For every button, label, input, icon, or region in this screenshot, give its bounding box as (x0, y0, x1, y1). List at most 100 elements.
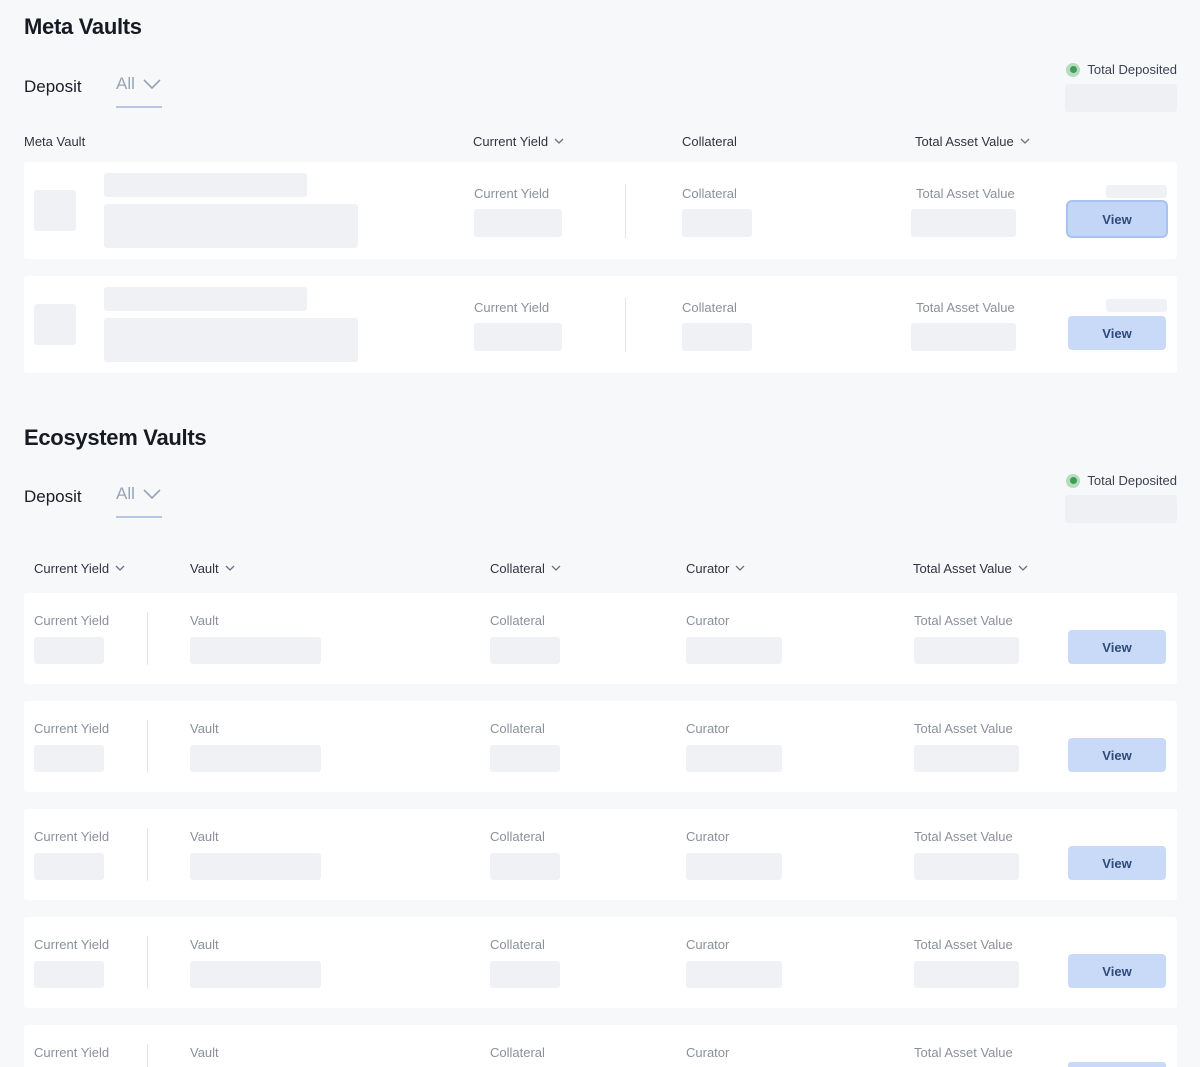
row-total-asset-value-value (914, 637, 1019, 664)
row-collateral-label: Collateral (682, 300, 737, 315)
meta-deposit-label: Deposit (24, 77, 82, 96)
row-collateral-value (490, 637, 560, 664)
view-button-partial[interactable] (1068, 1062, 1166, 1067)
header-curator-sort[interactable]: Curator (686, 561, 745, 576)
ecosystem-vault-row[interactable]: Current Yield Vault Collateral Curator T… (24, 593, 1177, 684)
header-current-yield-label: Current Yield (473, 134, 549, 149)
row-curator-value (686, 853, 782, 880)
row-collateral-label: Collateral (490, 1045, 545, 1060)
row-vault-value (190, 745, 321, 772)
row-vault-label: Vault (190, 829, 219, 844)
header-total-asset-value-sort[interactable]: Total Asset Value (915, 134, 1030, 149)
vault-name-placeholder (104, 173, 307, 197)
view-button[interactable]: View (1068, 954, 1166, 988)
row-total-asset-value-value (911, 323, 1016, 351)
chevron-down-icon (1020, 138, 1030, 144)
row-collateral-value (490, 961, 560, 988)
row-total-asset-value-label: Total Asset Value (914, 829, 1013, 844)
meta-total-deposited-label: Total Deposited (1087, 62, 1177, 77)
row-current-yield-value (34, 853, 104, 880)
view-button[interactable]: View (1068, 630, 1166, 664)
row-divider (147, 612, 148, 665)
ecosystem-vaults-title: Ecosystem Vaults (24, 425, 207, 450)
header-total-asset-value-label: Total Asset Value (913, 561, 1012, 576)
ecosystem-vaults-section: Ecosystem Vaults Deposit All Total Depos… (24, 425, 1177, 1067)
ecosystem-filter-dropdown[interactable]: All (116, 484, 162, 518)
header-total-asset-value-sort[interactable]: Total Asset Value (913, 561, 1028, 576)
header-collateral-sort[interactable]: Collateral (490, 561, 561, 576)
vault-name-placeholder (104, 287, 307, 311)
view-button[interactable]: View (1068, 846, 1166, 880)
row-collateral-label: Collateral (490, 721, 545, 736)
header-current-yield-sort[interactable]: Current Yield (34, 561, 125, 576)
row-vault-value (190, 853, 321, 880)
row-collateral-value (682, 323, 752, 351)
row-total-asset-value-value (914, 853, 1019, 880)
row-total-asset-value-label: Total Asset Value (914, 1045, 1013, 1060)
row-current-yield-label: Current Yield (34, 613, 110, 628)
row-current-yield-label: Current Yield (474, 300, 550, 315)
row-curator-value (686, 637, 782, 664)
row-current-yield-value (474, 209, 562, 237)
ecosystem-total-deposited-label: Total Deposited (1087, 473, 1177, 488)
row-collateral-label: Collateral (490, 937, 545, 952)
row-current-yield-label: Current Yield (34, 937, 110, 952)
row-total-asset-value-label: Total Asset Value (914, 721, 1013, 736)
vault-logo-placeholder (34, 190, 76, 231)
row-divider (147, 828, 148, 881)
row-vault-label: Vault (190, 721, 219, 736)
row-total-asset-value-label: Total Asset Value (914, 613, 1013, 628)
view-button[interactable]: View (1068, 316, 1166, 350)
header-collateral: Collateral (682, 134, 737, 149)
row-divider (147, 1044, 148, 1067)
row-collateral-value (682, 209, 752, 237)
row-badge-placeholder (1106, 299, 1167, 312)
chevron-down-icon (225, 565, 235, 571)
vault-description-placeholder (104, 318, 358, 362)
ecosystem-total-deposited: Total Deposited (1066, 473, 1177, 488)
row-total-asset-value-label: Total Asset Value (916, 300, 1015, 315)
row-current-yield-value (34, 637, 104, 664)
meta-filter-dropdown[interactable]: All (116, 74, 162, 108)
chevron-down-icon (554, 138, 564, 144)
ecosystem-total-deposited-value (1065, 495, 1177, 523)
meta-total-deposited: Total Deposited (1066, 62, 1177, 77)
meta-vault-row[interactable]: Current Yield Collateral Total Asset Val… (24, 276, 1177, 373)
status-dot-icon (1066, 473, 1081, 488)
header-vault-label: Vault (190, 561, 219, 576)
meta-vault-row[interactable]: Current Yield Collateral Total Asset Val… (24, 162, 1177, 259)
row-divider (147, 720, 148, 773)
chevron-down-icon (551, 565, 561, 571)
view-button[interactable]: View (1068, 202, 1166, 236)
row-collateral-label: Collateral (682, 186, 737, 201)
meta-vaults-section: Meta Vaults Deposit All Total Deposited … (24, 14, 1177, 384)
row-curator-value (686, 745, 782, 772)
ecosystem-vault-row[interactable]: Current Yield Vault Collateral Curator T… (24, 1025, 1177, 1067)
chevron-down-icon (143, 489, 161, 500)
row-vault-value (190, 637, 321, 664)
row-collateral-value (490, 745, 560, 772)
view-button[interactable]: View (1068, 738, 1166, 772)
row-current-yield-value (474, 323, 562, 351)
meta-total-deposited-value (1065, 84, 1177, 112)
row-total-asset-value-label: Total Asset Value (914, 937, 1013, 952)
header-vault-sort[interactable]: Vault (190, 561, 235, 576)
row-badge-placeholder (1106, 185, 1167, 198)
row-vault-label: Vault (190, 613, 219, 628)
row-vault-label: Vault (190, 1045, 219, 1060)
row-curator-label: Curator (686, 829, 730, 844)
header-current-yield-sort[interactable]: Current Yield (473, 134, 564, 149)
row-total-asset-value-value (914, 745, 1019, 772)
chevron-down-icon (115, 565, 125, 571)
row-collateral-label: Collateral (490, 829, 545, 844)
header-curator-label: Curator (686, 561, 730, 576)
row-divider (147, 936, 148, 989)
row-current-yield-value (34, 745, 104, 772)
ecosystem-vault-row[interactable]: Current Yield Vault Collateral Curator T… (24, 701, 1177, 792)
ecosystem-vault-row[interactable]: Current Yield Vault Collateral Curator T… (24, 917, 1177, 1008)
row-curator-label: Curator (686, 721, 730, 736)
ecosystem-vault-row[interactable]: Current Yield Vault Collateral Curator T… (24, 809, 1177, 900)
meta-vaults-title: Meta Vaults (24, 14, 142, 39)
vault-description-placeholder (104, 204, 358, 248)
chevron-down-icon (735, 565, 745, 571)
